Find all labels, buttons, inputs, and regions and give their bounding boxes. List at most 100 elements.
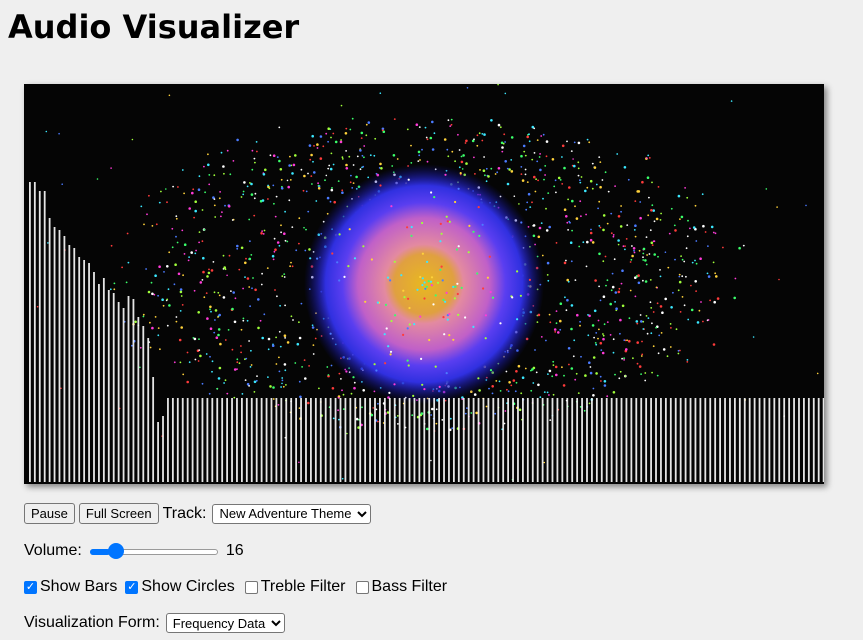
particle: [619, 225, 623, 228]
particle: [327, 140, 329, 143]
particle: [455, 248, 458, 251]
particle: [285, 384, 287, 386]
bass-filter-option[interactable]: Bass Filter: [355, 578, 447, 596]
frequency-bar: [610, 398, 613, 482]
frequency-bar: [388, 398, 391, 482]
particle: [213, 198, 216, 200]
particle: [262, 173, 266, 176]
particle: [533, 175, 536, 179]
particle: [224, 339, 227, 341]
particle: [182, 373, 185, 376]
particle: [614, 373, 616, 376]
particle: [459, 172, 462, 175]
particle: [175, 316, 178, 318]
particle: [261, 336, 264, 340]
particle: [261, 199, 265, 202]
particle: [451, 427, 454, 430]
particle: [686, 235, 689, 238]
particle: [361, 406, 363, 409]
particle: [644, 280, 648, 283]
show-bars-checkbox[interactable]: ✓: [24, 580, 37, 594]
frequency-bar: [467, 398, 470, 482]
particle: [606, 395, 609, 398]
show-circles-checkbox[interactable]: ✓: [125, 580, 139, 594]
treble-filter-checkbox[interactable]: [244, 580, 258, 594]
particle: [520, 166, 523, 168]
show-bars-option[interactable]: ✓ Show Bars: [24, 578, 117, 596]
visualization-form-select[interactable]: Frequency Data: [165, 613, 285, 633]
particle: [664, 297, 667, 301]
particle: [567, 347, 571, 350]
pause-button[interactable]: Pause: [24, 503, 75, 524]
particle: [683, 304, 686, 307]
particle: [476, 134, 479, 137]
particle: [205, 353, 208, 355]
particle: [421, 148, 423, 151]
particle: [670, 306, 673, 309]
fullscreen-button[interactable]: Full Screen: [78, 503, 159, 524]
particle: [298, 217, 301, 220]
particle: [402, 333, 405, 336]
particle: [545, 140, 549, 143]
particle: [574, 205, 576, 208]
track-select[interactable]: New Adventure Theme: [212, 503, 372, 524]
particle: [298, 407, 301, 409]
particle: [216, 387, 219, 390]
particle: [150, 281, 153, 284]
particle: [571, 199, 574, 203]
particle: [534, 349, 536, 351]
particle: [279, 168, 283, 171]
particle: [177, 186, 179, 188]
particle: [497, 84, 499, 86]
treble-filter-option[interactable]: Treble Filter: [244, 578, 346, 596]
particle: [642, 256, 644, 259]
particle: [389, 350, 393, 353]
visualizer-canvas[interactable]: [24, 84, 824, 484]
particle: [530, 369, 532, 372]
particle: [359, 149, 362, 152]
particle: [553, 185, 556, 188]
particle: [113, 288, 116, 291]
frequency-bar: [43, 191, 46, 482]
particle: [445, 291, 448, 294]
particle: [714, 272, 717, 275]
particle: [272, 258, 275, 261]
frequency-bar: [743, 398, 746, 482]
frequency-bar: [162, 416, 164, 482]
particle: [644, 259, 647, 262]
particle: [669, 323, 672, 325]
particle: [284, 369, 287, 372]
frequency-bar: [310, 398, 312, 482]
volume-slider[interactable]: [89, 543, 218, 559]
particle: [580, 176, 583, 178]
particle: [236, 358, 239, 361]
particle: [275, 195, 278, 198]
particle: [238, 268, 241, 271]
bass-filter-checkbox[interactable]: [355, 580, 369, 594]
particle: [580, 355, 582, 358]
volume-slider-thumb[interactable]: [107, 543, 124, 559]
particle: [670, 327, 672, 329]
particle: [298, 321, 300, 324]
particle: [458, 149, 461, 151]
particle: [334, 140, 338, 144]
particle: [543, 461, 546, 464]
frequency-bar: [487, 398, 490, 482]
particle: [501, 150, 504, 153]
particle: [207, 163, 210, 167]
particle: [539, 168, 542, 172]
particle: [430, 191, 433, 194]
particle: [614, 301, 616, 303]
particle: [157, 294, 160, 297]
particle: [421, 284, 424, 287]
particle: [299, 395, 302, 399]
frequency-bar: [571, 398, 574, 482]
particle: [181, 304, 184, 306]
particle: [181, 229, 184, 232]
particle: [667, 266, 670, 269]
particle: [477, 377, 480, 380]
show-circles-option[interactable]: ✓ Show Circles: [125, 578, 235, 596]
particle: [246, 319, 249, 322]
particle: [246, 185, 249, 188]
particle: [253, 391, 256, 393]
